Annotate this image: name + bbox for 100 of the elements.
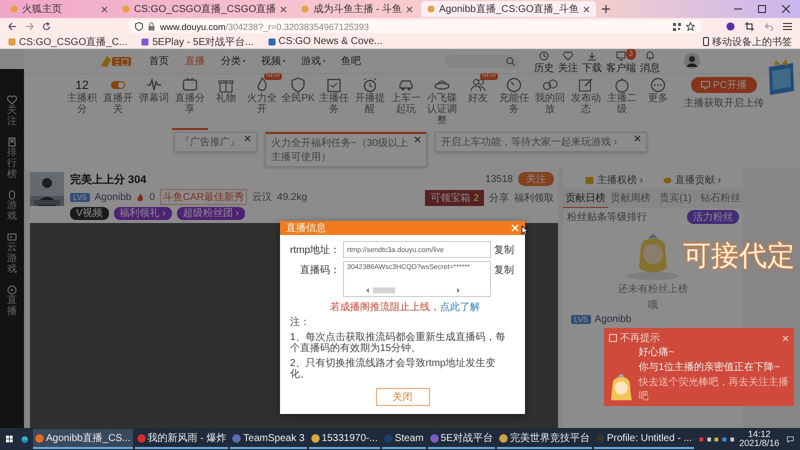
bookmark[interactable]: 移动设备上的书签 xyxy=(703,34,792,48)
bookmark[interactable]: CS:GO News & Cove... xyxy=(268,36,382,47)
help-link[interactable]: 点此了解 xyxy=(440,302,480,313)
feature-item[interactable]: 我的回放 xyxy=(532,77,568,130)
sidebar-item[interactable]: 直播 xyxy=(7,285,17,317)
copy-link[interactable]: 复制 xyxy=(494,261,514,277)
ranking-tab[interactable]: 贵宾(1) xyxy=(653,189,698,208)
feature-item[interactable]: 12 主播积分 xyxy=(64,77,100,130)
windows-icon[interactable] xyxy=(6,434,13,444)
taskbar-item[interactable]: TeamSpeak 3 xyxy=(230,429,307,449)
sidebar-item[interactable]: 游戏 xyxy=(7,190,17,222)
feature-item[interactable]: 小飞碟认证调整 xyxy=(424,77,460,130)
location-text: 云汉 xyxy=(252,191,272,204)
streamer-button[interactable]: 福利领礼 › xyxy=(114,207,172,220)
search-field[interactable] xyxy=(445,54,520,68)
feature-item[interactable]: 主播任务 xyxy=(316,77,352,130)
nav-link[interactable]: 直播 xyxy=(185,54,205,68)
close-icon[interactable] xyxy=(101,6,108,12)
sidebar-item[interactable]: 关注 xyxy=(7,95,17,127)
copy-link[interactable]: 复制 xyxy=(494,241,514,257)
feature-item[interactable]: 上车一起玩 xyxy=(388,77,424,130)
edge-icon[interactable] xyxy=(20,434,28,444)
page-icon xyxy=(10,5,18,13)
honor-tag[interactable]: 斗鱼CAR最佳新秀 xyxy=(160,189,248,205)
browser-tab[interactable]: 成为斗鱼主播 - 斗鱼 xyxy=(295,1,420,17)
feature-item[interactable]: 礼物 xyxy=(208,77,244,130)
pc-live-button[interactable]: PC开播 xyxy=(691,77,757,93)
ranking-link[interactable]: 主播权榜 › xyxy=(584,173,643,187)
user-name[interactable]: Agonibb xyxy=(594,314,632,325)
header-link[interactable]: 下载 xyxy=(582,49,602,74)
nav-link[interactable]: 分类 xyxy=(221,54,245,68)
header-link[interactable]: 历史 xyxy=(534,49,554,74)
address-bar[interactable]: www.douyu.com/304238?_r=0.32038354967125393 xyxy=(129,20,701,33)
checkbox[interactable] xyxy=(609,334,617,342)
taskbar-item[interactable]: 我的新风雨 - 爆炸 xyxy=(134,429,228,449)
streamer-button[interactable]: V视频 xyxy=(70,207,109,220)
new-tab-icon[interactable] xyxy=(602,5,610,13)
close-icon[interactable] xyxy=(406,6,414,12)
browser-tab[interactable]: CS:GO_CSGO直播_CSGO直播 xyxy=(116,1,294,17)
ranking-tab[interactable]: 钻石粉丝 xyxy=(698,189,743,208)
crop-icon[interactable] xyxy=(745,22,754,31)
reload-icon[interactable] xyxy=(42,22,51,31)
nav-link[interactable]: 游戏 xyxy=(301,54,325,68)
browser-tab[interactable]: Agonibb直播_CS:GO直播_斗鱼 xyxy=(421,1,596,17)
feature-item[interactable]: 开播提醒 xyxy=(352,77,388,130)
fan-button[interactable]: 活力粉丝 xyxy=(687,210,739,224)
notification-icon[interactable] xyxy=(787,434,794,444)
feature-item[interactable]: 全民PK xyxy=(280,77,316,130)
taskbar-item[interactable]: 完美世界竞技平台 xyxy=(496,429,592,449)
sidebar-item[interactable]: 云游戏 xyxy=(7,232,17,275)
close-icon[interactable] xyxy=(583,6,590,12)
feature-item[interactable]: 更多 xyxy=(640,77,676,130)
feature-item[interactable]: 发布动态 xyxy=(568,77,604,130)
streamer-name[interactable]: Agonibb xyxy=(94,192,132,202)
nav-link[interactable]: 首页 xyxy=(149,54,169,68)
close-button[interactable]: 关闭 xyxy=(376,388,430,406)
taskbar-item[interactable]: Profile: Untitled - ... xyxy=(594,429,694,449)
avatar-icon[interactable] xyxy=(684,53,700,69)
maximize-icon[interactable] xyxy=(758,5,766,13)
feature-item[interactable]: 充能任务 xyxy=(496,77,532,130)
promo-icon[interactable] xyxy=(766,57,796,97)
qr-code-icon[interactable] xyxy=(673,22,681,30)
ranking-tab[interactable]: 贡献日榜 xyxy=(563,189,608,208)
back-icon[interactable] xyxy=(8,22,17,31)
taskbar-item[interactable]: Agonibb直播_CS... xyxy=(33,429,133,449)
close-icon[interactable] xyxy=(782,5,790,13)
star-icon[interactable] xyxy=(686,22,695,31)
welfare-link[interactable]: 福利领取 xyxy=(514,191,554,205)
header-link[interactable]: 消息 xyxy=(640,49,660,74)
streamer-button[interactable]: 超级粉丝团 › xyxy=(176,207,245,220)
ranking-tab[interactable]: 贡献周榜 xyxy=(608,189,653,208)
more-icon xyxy=(650,77,666,93)
close-icon[interactable] xyxy=(414,136,421,143)
feature-item[interactable]: 弹幕词 xyxy=(136,77,172,130)
feature-item[interactable]: 直播开关 xyxy=(100,77,136,130)
header-link[interactable]: 关注 xyxy=(558,49,578,74)
reel-icon xyxy=(542,77,558,93)
browser-tab[interactable]: 火狐主页 xyxy=(4,1,114,17)
pc-live-caption[interactable]: 主播获取开启上传 xyxy=(684,96,764,110)
gauge-icon xyxy=(506,77,522,93)
menu-icon[interactable] xyxy=(783,22,792,31)
account-icon[interactable] xyxy=(726,22,735,31)
ranking-link[interactable]: 直播贡献 › xyxy=(663,173,722,187)
share-link[interactable]: 分享 xyxy=(489,191,509,205)
close-icon[interactable] xyxy=(244,135,251,142)
nav-link[interactable]: 视频 xyxy=(261,54,285,68)
feature-item[interactable]: 主播二级 xyxy=(604,77,640,130)
header-link[interactable]: 客户端 3 xyxy=(606,49,636,74)
chest-button[interactable]: 可领宝箱 2 xyxy=(425,190,484,206)
close-icon[interactable] xyxy=(634,135,641,142)
sidebar-item[interactable]: 排行榜 xyxy=(7,137,17,180)
close-icon[interactable] xyxy=(280,6,288,12)
bookmark[interactable]: CS:GO_CSGO直播_C... xyxy=(8,34,128,48)
taskbar-item[interactable]: Steam xyxy=(382,429,426,449)
taskbar-item[interactable]: 5E对战平台 xyxy=(428,429,495,449)
nav-link[interactable]: 鱼吧 xyxy=(341,54,361,68)
follow-button[interactable]: 关注 xyxy=(518,172,554,186)
bookmark[interactable]: 5EPlay - 5E对战平台... xyxy=(141,34,254,48)
taskbar-item[interactable]: 15331970-... xyxy=(308,429,380,449)
search-icon[interactable] xyxy=(506,56,515,66)
